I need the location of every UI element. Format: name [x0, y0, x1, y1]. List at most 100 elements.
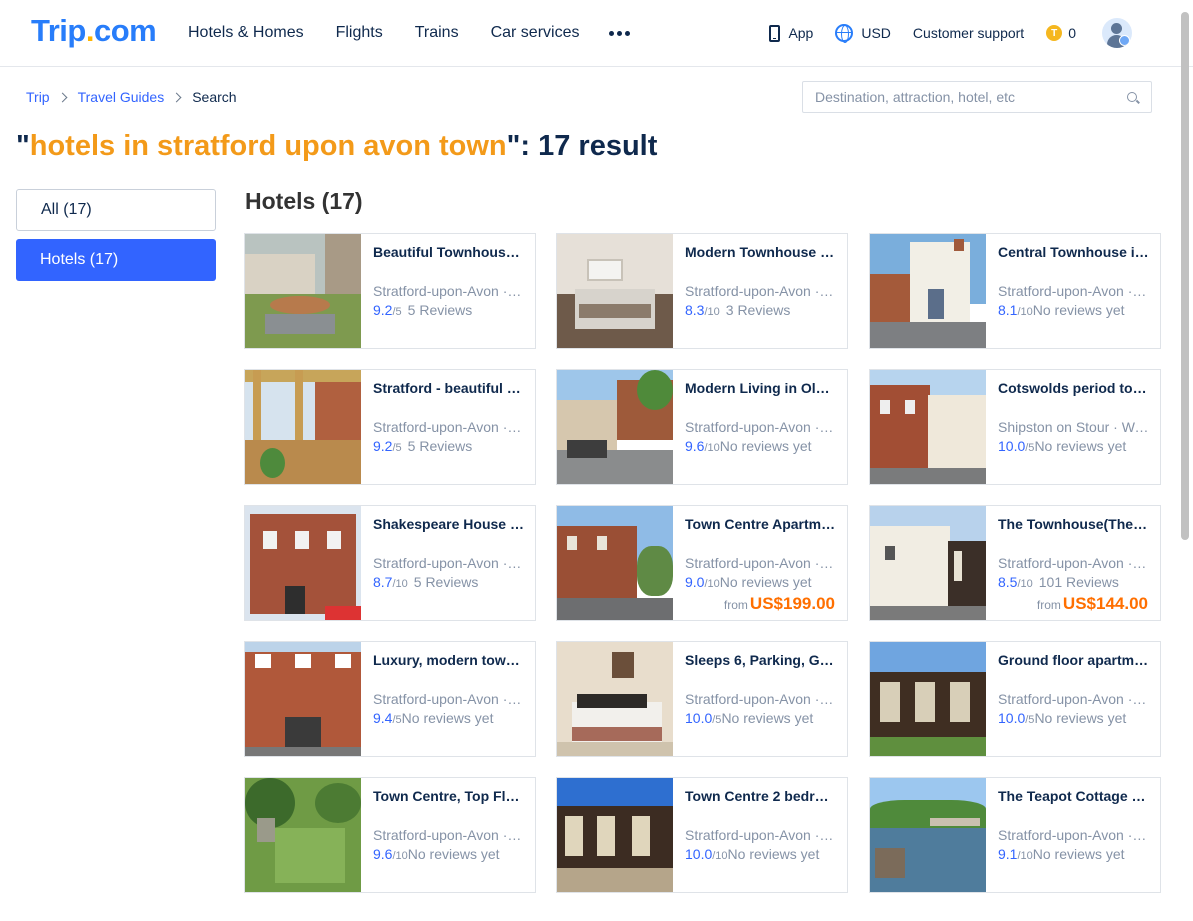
rating-max: /10 [392, 578, 408, 590]
hotel-location: Stratford-upon-Avon · Warwickshire [685, 691, 837, 707]
hotel-card[interactable]: Luxury, modern townhouse Stratford-upon-A… [244, 641, 536, 757]
logo-dot: . [85, 13, 95, 48]
nav-hotels-homes[interactable]: Hotels & Homes [188, 24, 304, 42]
user-avatar-icon[interactable] [1102, 18, 1132, 48]
phone-icon [769, 24, 781, 42]
hotel-name[interactable]: Modern Living in Old Town [685, 380, 837, 398]
hotel-rating: 10.0/5No reviews yet [998, 438, 1150, 454]
hotel-photo[interactable] [245, 370, 361, 484]
price-amount: US$144.00 [1062, 594, 1148, 613]
hotel-name[interactable]: Town Centre 2 bedroom [685, 788, 837, 806]
hotel-card[interactable]: Sleeps 6, Parking, Garden Stratford-upon-… [556, 641, 848, 757]
search-query: hotels in stratford upon avon town [29, 130, 507, 162]
review-count: No reviews yet [1032, 302, 1125, 318]
nav-flights[interactable]: Flights [336, 24, 383, 42]
hotel-card[interactable]: The Teapot Cottage Stratford Stratford-up… [869, 777, 1161, 893]
hotel-name[interactable]: Cotswolds period townhouse [998, 380, 1150, 398]
rating-max: /10 [1017, 306, 1033, 318]
rating-score: 10.0 [685, 846, 713, 862]
hotel-name[interactable]: Ground floor apartment [998, 652, 1150, 670]
trip-logo[interactable]: Trip.com [31, 13, 157, 49]
hotel-location: Stratford-upon-Avon · Warwickshire [373, 419, 525, 435]
hotel-card[interactable]: Modern Townhouse Central Stratford Stratf… [556, 233, 848, 349]
hotel-name[interactable]: Beautiful Townhouse Central Stratford [373, 244, 525, 262]
hotel-photo[interactable] [557, 642, 673, 756]
hotel-name[interactable]: Shakespeare House Townhouse [373, 516, 525, 534]
hotel-card[interactable]: Modern Living in Old Town Stratford-upon-… [556, 369, 848, 485]
review-count: No reviews yet [1034, 710, 1127, 726]
hotel-name[interactable]: Luxury, modern townhouse [373, 652, 525, 670]
scrollbar-thumb[interactable] [1181, 12, 1189, 540]
review-count: 5 Reviews [407, 438, 473, 454]
search-input[interactable] [803, 82, 1103, 112]
currency-selector[interactable]: USD [835, 24, 891, 43]
hotel-name[interactable]: Modern Townhouse Central Stratford [685, 244, 837, 262]
breadcrumb-travel-guides[interactable]: Travel Guides [78, 89, 165, 105]
trip-coins[interactable]: T0 [1046, 25, 1076, 41]
review-count: No reviews yet [401, 710, 494, 726]
hotel-card[interactable]: Town Centre Apartment Stratford-upon-Avon… [556, 505, 848, 621]
rating-score: 9.4 [373, 710, 393, 726]
hotel-photo[interactable] [870, 778, 986, 892]
filter-hotels[interactable]: Hotels (17) [16, 239, 216, 281]
review-count: 5 Reviews [413, 574, 479, 590]
hotel-card[interactable]: Ground floor apartment Stratford-upon-Avo… [869, 641, 1161, 757]
hotel-rating: 9.6/10No reviews yet [373, 846, 525, 862]
logo-tld: com [93, 13, 157, 48]
filter-all[interactable]: All (17) [16, 189, 216, 231]
customer-support-link[interactable]: Customer support [913, 25, 1024, 41]
rating-score: 8.3 [685, 302, 705, 318]
nav-trains[interactable]: Trains [415, 24, 459, 42]
rating-max: /5 [392, 442, 402, 454]
nav-car-services[interactable]: Car services [491, 24, 580, 42]
hotel-card[interactable]: Town Centre, Top Floor Stratford-upon-Avo… [244, 777, 536, 893]
hotel-rating: 9.1/10No reviews yet [998, 846, 1150, 862]
hotel-photo[interactable] [557, 506, 673, 620]
hotel-photo[interactable] [557, 370, 673, 484]
hotel-photo[interactable] [245, 234, 361, 348]
hotel-photo[interactable] [245, 506, 361, 620]
hotel-photo[interactable] [870, 642, 986, 756]
app-link[interactable]: App [769, 24, 814, 42]
review-count: No reviews yet [1032, 846, 1125, 862]
hotel-card[interactable]: Town Centre 2 bedroom Stratford-upon-Avon… [556, 777, 848, 893]
hotel-photo[interactable] [557, 234, 673, 348]
hotel-name[interactable]: Town Centre Apartment [685, 516, 837, 534]
search-icon[interactable] [1127, 92, 1137, 102]
hotel-card[interactable]: The Townhouse(The Townhouse) Stratford-up… [869, 505, 1161, 621]
hotel-photo[interactable] [557, 778, 673, 892]
hotel-name[interactable]: The Townhouse(The Townhouse) [998, 516, 1150, 534]
hotel-name[interactable]: Stratford - beautiful townhouse [373, 380, 525, 398]
hotel-card[interactable]: Shakespeare House Townhouse Stratford-upo… [244, 505, 536, 621]
section-title: Hotels (17) [245, 188, 363, 214]
hotel-photo[interactable] [870, 234, 986, 348]
hotel-photo[interactable] [245, 778, 361, 892]
hotel-price: from US$144.00 [1037, 594, 1148, 614]
rating-max: /5 [392, 306, 402, 318]
hotel-card-body: Town Centre Apartment Stratford-upon-Avon… [685, 516, 837, 590]
rating-score: 10.0 [998, 710, 1026, 726]
hotel-name[interactable]: Sleeps 6, Parking, Garden [685, 652, 837, 670]
hotel-card[interactable]: Beautiful Townhouse Central Stratford Str… [244, 233, 536, 349]
rating-score: 10.0 [998, 438, 1026, 454]
hotel-rating: 8.5/10 101 Reviews [998, 574, 1150, 590]
rating-max: /5 [392, 714, 402, 726]
hotel-name[interactable]: The Teapot Cottage Stratford [998, 788, 1150, 806]
hotel-photo[interactable] [870, 370, 986, 484]
more-icon[interactable] [609, 30, 631, 36]
hotel-card-body: Shakespeare House Townhouse Stratford-upo… [373, 516, 525, 590]
hotel-name[interactable]: Town Centre, Top Floor [373, 788, 525, 806]
rating-score: 9.6 [685, 438, 705, 454]
hotel-photo[interactable] [870, 506, 986, 620]
rating-max: /10 [704, 578, 720, 590]
hotel-card-body: The Townhouse(The Townhouse) Stratford-up… [998, 516, 1150, 590]
breadcrumb-trip[interactable]: Trip [26, 89, 50, 105]
hotel-location: Stratford-upon-Avon · Warwickshire [998, 283, 1150, 299]
hotel-card-body: Luxury, modern townhouse Stratford-upon-A… [373, 652, 525, 726]
hotel-card[interactable]: Central Townhouse in Stratford Stratford-… [869, 233, 1161, 349]
hotel-photo[interactable] [245, 642, 361, 756]
hotel-card[interactable]: Stratford - beautiful townhouse Stratford… [244, 369, 536, 485]
hotel-name[interactable]: Central Townhouse in Stratford [998, 244, 1150, 262]
app-label: App [788, 25, 814, 41]
hotel-card[interactable]: Cotswolds period townhouse Shipston on St… [869, 369, 1161, 485]
